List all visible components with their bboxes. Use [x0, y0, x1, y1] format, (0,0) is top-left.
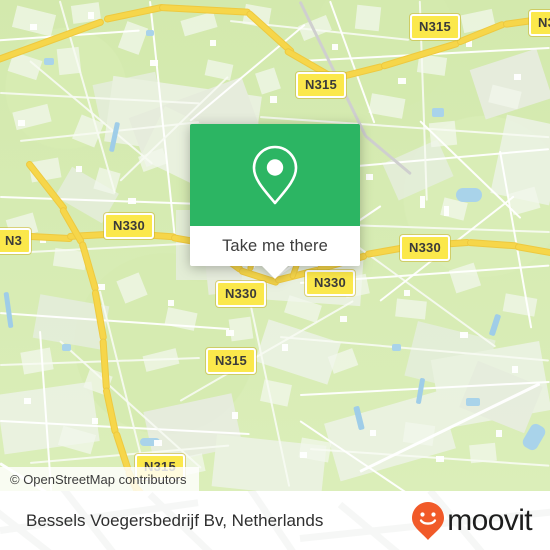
road-shield-n315-center: N315: [206, 348, 256, 374]
attribution-text: © OpenStreetMap contributors: [10, 471, 187, 487]
moovit-smiley-pin-icon: [412, 501, 445, 540]
road-shield-n330-center-left: N330: [216, 281, 266, 307]
road-shield-n315-top-left: N315: [410, 14, 460, 40]
footer-bar: Bessels Voegersbedrijf Bv, Netherlands m…: [0, 491, 550, 550]
road-shield-n315-top-right: N315: [529, 10, 550, 36]
place-callout-card[interactable]: Take me there: [190, 124, 360, 279]
map-attribution[interactable]: © OpenStreetMap contributors: [0, 467, 199, 491]
moovit-brand[interactable]: moovit: [411, 501, 533, 541]
take-me-there-label: Take me there: [222, 236, 328, 255]
road-shield-n330-left: N330: [104, 213, 154, 239]
road-shield-n330-right: N330: [400, 235, 450, 261]
callout-pointer: [262, 266, 288, 279]
road-shield-n315-upper-mid: N315: [296, 72, 346, 98]
map-canvas[interactable]: N315N315N315N330N330N330N330N315N315N3 T…: [0, 0, 550, 491]
callout-icon-area: [190, 124, 360, 226]
map-screen: N315N315N315N330N330N330N330N315N315N3 T…: [0, 0, 550, 550]
moovit-wordmark: moovit: [447, 503, 532, 537]
callout-action-area[interactable]: Take me there: [190, 226, 360, 279]
map-pin-icon: [252, 145, 298, 205]
road-shield-n3-edge-left: N3: [0, 228, 32, 254]
road-shield-n330-center-right: N330: [305, 270, 355, 296]
place-title: Bessels Voegersbedrijf Bv, Netherlands: [26, 510, 324, 530]
